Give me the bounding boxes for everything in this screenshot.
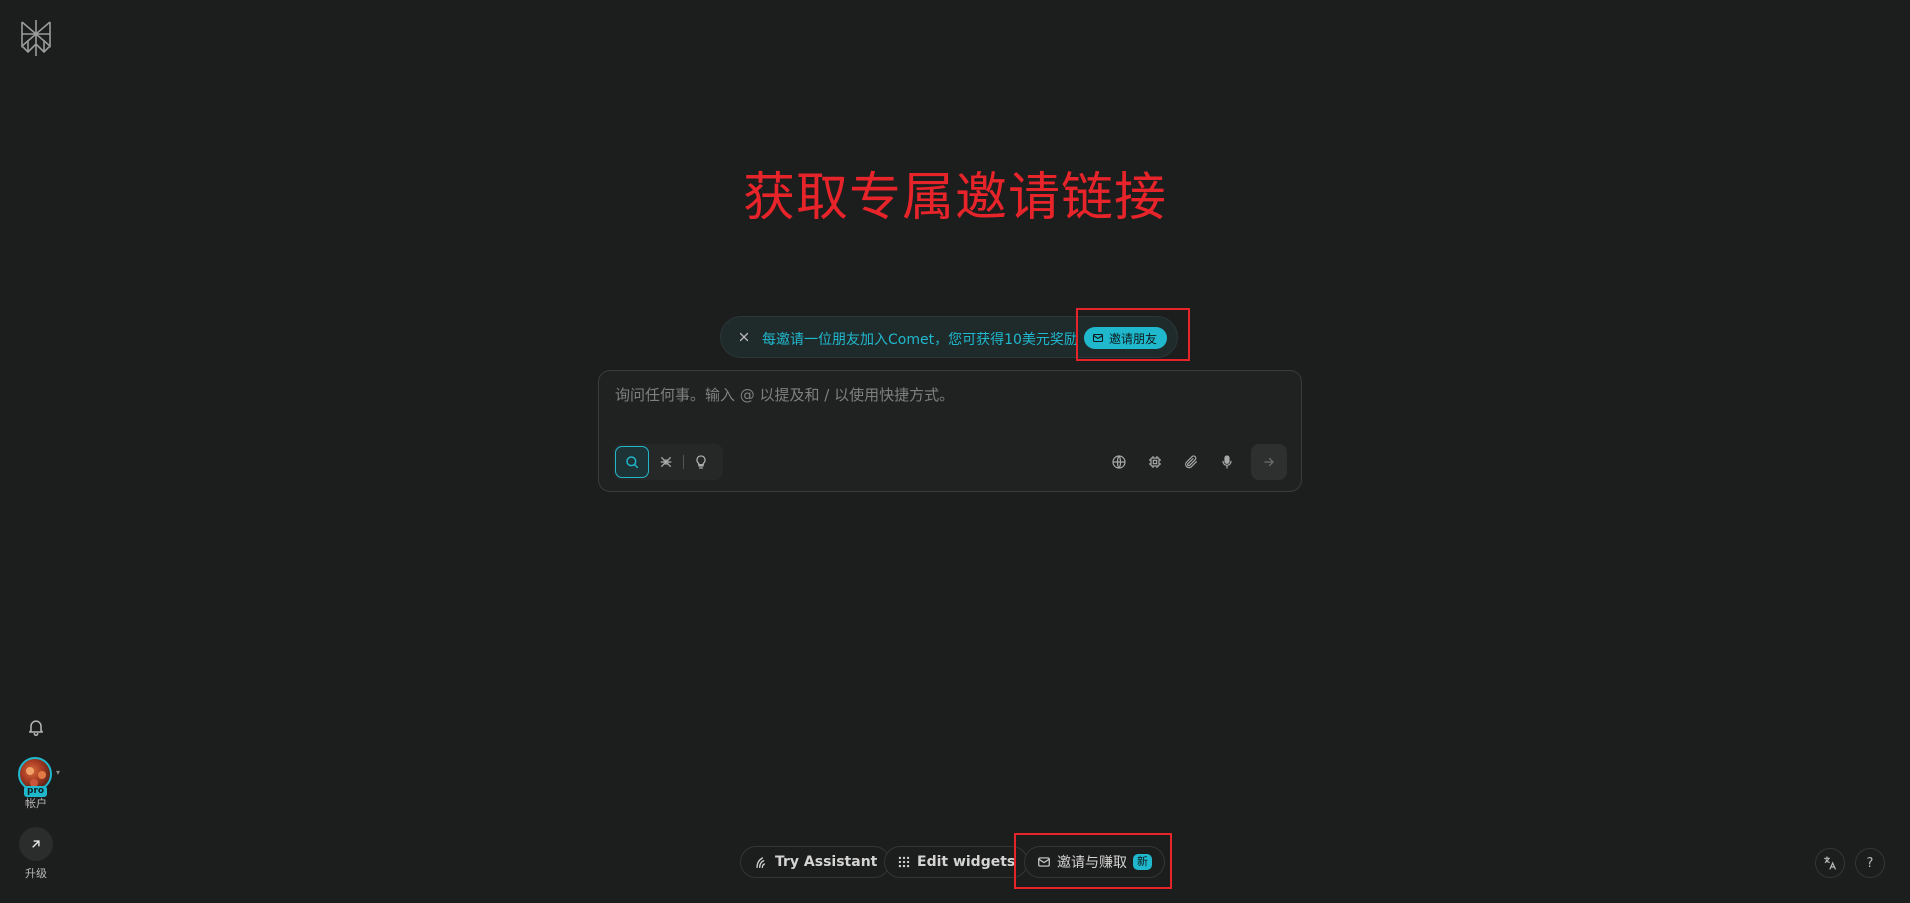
model-select-button[interactable] (1141, 448, 1169, 476)
account-button[interactable]: pro ▾ 帐户 (14, 755, 64, 811)
lightbulb-icon (696, 455, 706, 469)
search-mode-button[interactable] (615, 446, 649, 478)
upgrade-button[interactable]: 升级 (19, 827, 53, 880)
invite-friends-button[interactable]: 邀请朋友 (1084, 327, 1168, 349)
grid-icon (898, 856, 910, 868)
account-label: 帐户 (25, 797, 47, 810)
assistant-icon (756, 857, 765, 868)
search-box (598, 370, 1302, 492)
edit-widgets-button[interactable]: Edit widgets (884, 846, 1029, 878)
paperclip-icon (1185, 455, 1197, 469)
invite-and-earn-button[interactable]: 邀请与赚取 新 (1024, 846, 1165, 878)
invite-banner: 每邀请一位朋友加入Comet，您可获得10美元奖励 邀请朋友 (720, 316, 1178, 358)
translate-icon (1824, 856, 1836, 870)
edit-widgets-label: Edit widgets (917, 854, 1016, 870)
chevron-down-icon: ▾ (56, 768, 61, 777)
page-title: 获取专属邀请链接 (742, 168, 1167, 228)
research-mode-button[interactable] (649, 446, 683, 478)
close-banner-button[interactable] (733, 326, 755, 348)
search-input[interactable] (613, 383, 1283, 407)
arrow-up-right-icon (32, 840, 40, 848)
invite-banner-text: 每邀请一位朋友加入Comet，您可获得10美元奖励 (762, 332, 1078, 348)
labs-mode-button[interactable] (684, 446, 718, 478)
logo-icon[interactable] (18, 18, 54, 58)
new-badge: 新 (1133, 854, 1152, 870)
microphone-icon (1222, 455, 1232, 469)
help-button[interactable]: ? (1855, 848, 1885, 878)
mode-selector (613, 444, 723, 480)
invite-and-earn-label: 邀请与赚取 (1057, 855, 1127, 871)
mail-icon (1038, 857, 1050, 867)
invite-friends-label: 邀请朋友 (1109, 331, 1158, 346)
help-label: ? (1866, 855, 1874, 871)
web-sources-button[interactable] (1105, 448, 1133, 476)
globe-icon (1112, 455, 1126, 469)
upgrade-label: 升级 (25, 867, 47, 880)
attach-button[interactable] (1177, 448, 1205, 476)
search-icon (626, 456, 639, 469)
arrow-right-icon (1264, 457, 1274, 467)
bell-icon (29, 720, 43, 737)
submit-button[interactable] (1251, 444, 1287, 480)
notifications-button[interactable] (22, 713, 50, 741)
try-assistant-button[interactable]: Try Assistant (740, 846, 891, 878)
research-icon (660, 456, 672, 468)
chip-icon (1149, 456, 1161, 468)
language-button[interactable] (1815, 848, 1845, 878)
close-icon (739, 332, 749, 342)
voice-input-button[interactable] (1213, 448, 1241, 476)
try-assistant-label: Try Assistant (775, 854, 878, 870)
mail-icon (1092, 333, 1104, 343)
